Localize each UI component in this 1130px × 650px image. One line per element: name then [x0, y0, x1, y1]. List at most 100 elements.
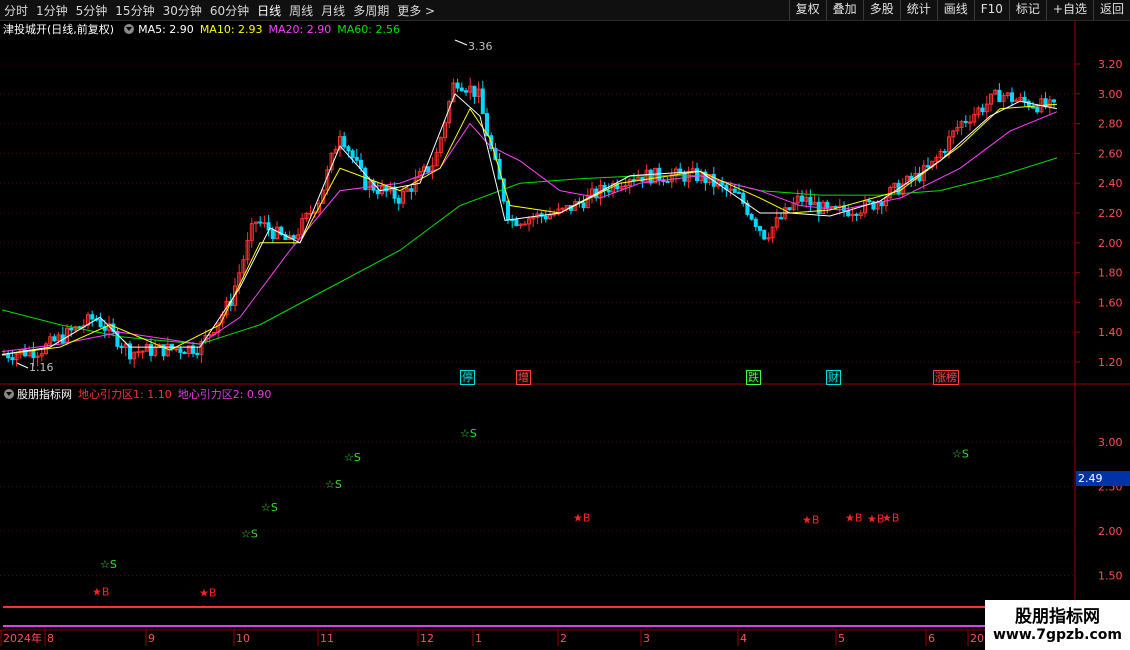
- candle-body: [459, 87, 464, 92]
- time-axis-label: 1: [475, 632, 482, 645]
- candle-body: [140, 350, 145, 353]
- buy-signal: ★B: [92, 586, 109, 599]
- watermark-name: 股朋指标网: [1015, 607, 1100, 627]
- price-axis-label: 2.20: [1098, 207, 1123, 220]
- candle-body: [758, 226, 762, 231]
- candle-body: [665, 180, 670, 183]
- chart-canvas[interactable]: 3.20 3.00 2.80 2.60 2.40 2.20 2.00 1.80 1.60 1.40…: [0, 0, 1130, 650]
- candle-body: [980, 107, 985, 113]
- buy-signal: ★B: [845, 512, 862, 525]
- candle-body: [1031, 106, 1035, 109]
- candle-body: [808, 196, 813, 206]
- sell-signal: ☆S: [261, 501, 278, 514]
- price-axis-label: 1.60: [1098, 296, 1123, 309]
- candle-body: [346, 146, 351, 152]
- candle-body: [522, 223, 527, 226]
- candle-body: [787, 207, 792, 211]
- candle-body: [464, 90, 468, 93]
- event-badge[interactable]: 增: [516, 370, 531, 385]
- low-marker-line: [16, 362, 29, 369]
- candle-body: [879, 201, 884, 207]
- candle-body: [396, 197, 401, 204]
- candle-body: [359, 159, 363, 169]
- candle-body: [291, 235, 296, 240]
- candle-body: [963, 120, 968, 123]
- watermark: 股朋指标网 www.7gpzb.com: [985, 600, 1130, 650]
- candle-body: [648, 169, 653, 184]
- candle-body: [867, 200, 872, 203]
- candle-body: [1010, 92, 1014, 102]
- time-axis-label: 20: [970, 632, 984, 645]
- candle-body: [833, 205, 838, 208]
- candle-body: [375, 189, 380, 195]
- time-axis-label: 2024年: [3, 631, 42, 645]
- low-price-label: 1.16: [29, 361, 54, 374]
- candle-body: [119, 345, 124, 349]
- candle-body: [409, 188, 414, 192]
- candle-body: [6, 353, 11, 359]
- candle-body: [174, 348, 179, 351]
- current-value-tag: 2.49: [1076, 471, 1130, 486]
- high-price-label: 3.36: [468, 40, 493, 53]
- time-axis-label: 2: [560, 632, 567, 645]
- price-axis-label: 2.00: [1098, 237, 1123, 250]
- candle-body: [262, 222, 267, 225]
- candle-body: [728, 188, 733, 191]
- price-axis-label: 1.40: [1098, 326, 1123, 339]
- candle-body: [968, 121, 972, 124]
- candle-body: [149, 344, 153, 356]
- candle-body: [623, 184, 628, 187]
- sell-signal: ☆S: [241, 528, 258, 541]
- candle-body: [136, 351, 141, 354]
- high-marker-line: [454, 39, 468, 46]
- candle-body: [1052, 99, 1056, 103]
- candle-body: [606, 190, 611, 193]
- candle-body: [178, 348, 183, 353]
- candle-body: [342, 136, 347, 148]
- candle-body: [514, 219, 519, 227]
- time-axis-label: 5: [838, 632, 845, 645]
- buy-signal: ★B: [199, 586, 216, 599]
- time-axis-label: 12: [420, 632, 434, 645]
- event-badge[interactable]: 跌: [746, 370, 761, 385]
- candle-body: [90, 314, 95, 320]
- candle-body: [846, 210, 851, 217]
- candle-body: [69, 327, 74, 331]
- sell-signal: ☆S: [344, 451, 361, 464]
- sell-signal: ☆S: [100, 558, 117, 571]
- candle-body: [560, 207, 565, 210]
- event-badge[interactable]: 涨榜: [933, 370, 959, 385]
- time-axis-label: 10: [236, 632, 250, 645]
- price-axis-label: 1.20: [1098, 356, 1123, 369]
- candle-body: [480, 88, 485, 115]
- price-axis-label: 1.80: [1098, 267, 1123, 280]
- time-axis-label: 3: [643, 632, 650, 645]
- time-axis-label: 4: [740, 632, 747, 645]
- buy-signal: ★B: [802, 513, 819, 526]
- candle-body: [10, 357, 15, 361]
- indicator-axis-label: 1.50: [1098, 570, 1123, 583]
- candle-body: [854, 213, 859, 216]
- candle-body: [31, 349, 36, 359]
- candle-body: [695, 168, 699, 182]
- candle-body: [1035, 106, 1040, 113]
- candle-body: [942, 150, 947, 153]
- time-axis-label: 8: [47, 632, 54, 645]
- candle-body: [350, 150, 355, 158]
- candle-body: [779, 217, 783, 220]
- candle-body: [384, 185, 389, 192]
- sell-signal: ☆S: [325, 478, 342, 491]
- event-badge[interactable]: 财: [826, 370, 841, 385]
- event-badge[interactable]: 停: [460, 370, 475, 385]
- price-axis-label: 2.80: [1098, 118, 1123, 131]
- candle-body: [363, 167, 368, 190]
- candle-body: [472, 85, 477, 97]
- indicator-axis-label: 2.00: [1098, 525, 1123, 538]
- candle-body: [258, 221, 263, 224]
- candle-body: [997, 89, 1002, 102]
- time-axis-label: 11: [320, 632, 334, 645]
- sell-signal: ☆S: [460, 427, 477, 440]
- candle-body: [182, 351, 187, 354]
- price-axis-label: 3.20: [1098, 58, 1123, 71]
- candle-body: [98, 318, 103, 328]
